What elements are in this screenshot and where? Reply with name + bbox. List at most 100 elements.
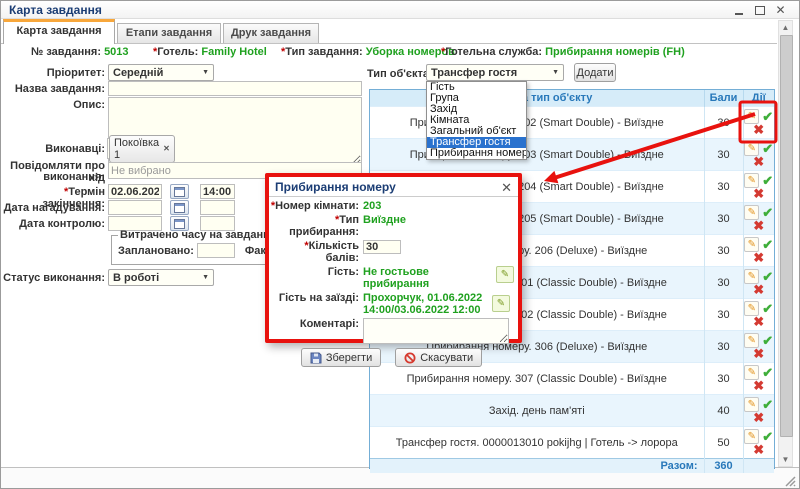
dropdown-option[interactable]: Захід (427, 104, 526, 115)
minimize-icon[interactable] (732, 4, 745, 16)
close-icon[interactable]: ✕ (774, 4, 787, 16)
task-number-group: № завдання: 5013 (31, 46, 129, 58)
executors-label: Виконавці: (1, 143, 105, 155)
no-sign-icon (404, 352, 416, 364)
task-type-group: *Тип завдання: Уборка номеров (281, 46, 455, 58)
vertical-scrollbar[interactable]: ▲ ▼ (778, 20, 793, 467)
object-points-cell: 30 (704, 139, 743, 171)
tab-strip: Карта завдання Етапи завдання Друк завда… (1, 19, 777, 44)
cleaning-type-value: Виїздне (363, 214, 406, 226)
comments-textarea[interactable] (363, 318, 509, 344)
room-number-label: *Номер кімнати: (269, 200, 359, 212)
chevron-down-icon: ▼ (202, 274, 209, 281)
deadline-date-input[interactable] (108, 184, 162, 199)
executor-chip[interactable]: Покоївка 1 ✕ (109, 135, 175, 163)
delete-icon[interactable]: ✖ (753, 219, 764, 232)
reminder-date-input[interactable] (108, 200, 162, 215)
arrival-guest-value: Прохорчук, 01.06.2022 14:00/03.06.2022 1… (363, 292, 495, 316)
planned-input[interactable] (197, 243, 235, 258)
resize-grip-icon[interactable] (784, 475, 796, 487)
arrival-guest-row: Гість на заїзді: Прохорчук, 01.06.2022 1… (269, 292, 514, 316)
dialog-close-icon[interactable]: ✕ (501, 181, 512, 194)
delete-icon[interactable]: ✖ (753, 155, 764, 168)
edit-guest-icon[interactable]: ✎ (496, 266, 514, 283)
save-button[interactable]: Зберегти (301, 348, 381, 367)
tab-task-card[interactable]: Карта завдання (3, 19, 115, 44)
priority-label: Пріоритет: (1, 67, 105, 79)
object-name-cell: Прибирання номеру. 203 (Smart Double) - … (370, 139, 704, 171)
object-points-cell: 30 (704, 363, 743, 395)
points-input[interactable] (363, 240, 401, 254)
delete-icon[interactable]: ✖ (753, 187, 764, 200)
edit-arrival-guest-icon[interactable]: ✎ (492, 295, 510, 312)
table-row: Захід. день пам'яті40✎✔✖ (370, 395, 774, 427)
dropdown-option[interactable]: Загальний об'єкт (427, 126, 526, 137)
hotel-group: *Готель: Family Hotel (153, 46, 267, 58)
task-name-label: Назва завдання: (1, 83, 105, 95)
dropdown-option[interactable]: Кімната (427, 115, 526, 126)
object-actions-cell: ✎✔✖ (743, 427, 774, 459)
maximize-icon[interactable] (753, 4, 766, 16)
delete-icon[interactable]: ✖ (753, 411, 764, 424)
object-points-cell: 50 (704, 427, 743, 459)
object-actions-cell: ✎✔✖ (743, 235, 774, 267)
delete-icon[interactable]: ✖ (753, 347, 764, 360)
object-points-cell: 30 (704, 107, 743, 139)
tab-task-stages[interactable]: Етапи завдання (117, 23, 221, 43)
object-actions-cell: ✎✔✖ (743, 139, 774, 171)
status-select[interactable]: В роботі ▼ (108, 269, 214, 286)
object-points-cell: 30 (704, 267, 743, 299)
task-name-input[interactable] (108, 81, 362, 96)
object-type-select[interactable]: Трансфер гостя ▼ (426, 64, 564, 81)
column-header-actions: Дії (743, 90, 774, 107)
delete-icon[interactable]: ✖ (753, 315, 764, 328)
delete-icon[interactable]: ✖ (753, 379, 764, 392)
task-card-window: Карта завдання ✕ Карта завдання Етапи за… (0, 0, 800, 489)
object-points-cell: 40 (704, 395, 743, 427)
chip-remove-icon[interactable]: ✕ (163, 144, 170, 153)
deadline-time-input[interactable] (200, 184, 235, 199)
dropdown-option[interactable]: Гість (427, 82, 526, 93)
status-select-value: В роботі (113, 272, 159, 284)
floppy-disk-icon (310, 352, 322, 364)
tab-task-print[interactable]: Друк завдання (223, 23, 319, 43)
room-number-row: *Номер кімнати: 203 (269, 200, 514, 212)
priority-select[interactable]: Середній ▼ (108, 64, 214, 81)
total-row: Разом: 360 (370, 459, 774, 474)
dropdown-option[interactable]: Прибирання номеру (427, 148, 526, 159)
delete-icon[interactable]: ✖ (753, 283, 764, 296)
reminder-date-label: Дата нагадування: (1, 202, 105, 214)
object-name-cell: Захід. день пам'яті (370, 395, 704, 427)
object-type-select-value: Трансфер гостя (431, 67, 517, 79)
dropdown-option[interactable]: Трансфер гостя (427, 137, 526, 148)
chevron-down-icon: ▼ (202, 69, 209, 76)
object-actions-cell: ✎✔✖ (743, 203, 774, 235)
window-controls: ✕ (732, 4, 787, 16)
scroll-up-icon[interactable]: ▲ (779, 21, 792, 34)
cancel-button[interactable]: Скасувати (395, 348, 482, 367)
scroll-down-icon[interactable]: ▼ (779, 453, 792, 466)
object-actions-cell: ✎✔✖ (743, 299, 774, 331)
dropdown-option[interactable]: Група (427, 93, 526, 104)
reminder-time-input[interactable] (200, 200, 235, 215)
scrollbar-thumb[interactable] (780, 35, 793, 437)
column-header-points: Бали (704, 90, 743, 107)
control-date-label: Дата контролю: (1, 218, 105, 230)
object-name-cell: Прибирання номеру. 307 (Classic Double) … (370, 363, 704, 395)
delete-icon[interactable]: ✖ (753, 443, 764, 456)
delete-icon[interactable]: ✖ (753, 251, 764, 264)
delete-icon[interactable]: ✖ (753, 123, 764, 136)
calendar-icon[interactable] (170, 200, 189, 215)
guest-row: Гість: Не гостьове прибирання ✎ (269, 266, 514, 290)
arrival-guest-label: Гість на заїзді: (269, 292, 359, 304)
calendar-icon[interactable] (170, 184, 189, 199)
room-number-value: 203 (363, 200, 381, 212)
object-points-cell: 30 (704, 171, 743, 203)
object-type-label: Тип об'єкта: (367, 68, 433, 80)
executors-field[interactable]: Покоївка 1 ✕ (107, 138, 173, 159)
add-object-button[interactable]: Додати (574, 63, 616, 82)
object-actions-cell: ✎✔✖ (743, 107, 774, 139)
comments-label: Коментарі: (269, 318, 359, 330)
task-number-value: 5013 (104, 46, 128, 58)
object-points-cell: 30 (704, 331, 743, 363)
